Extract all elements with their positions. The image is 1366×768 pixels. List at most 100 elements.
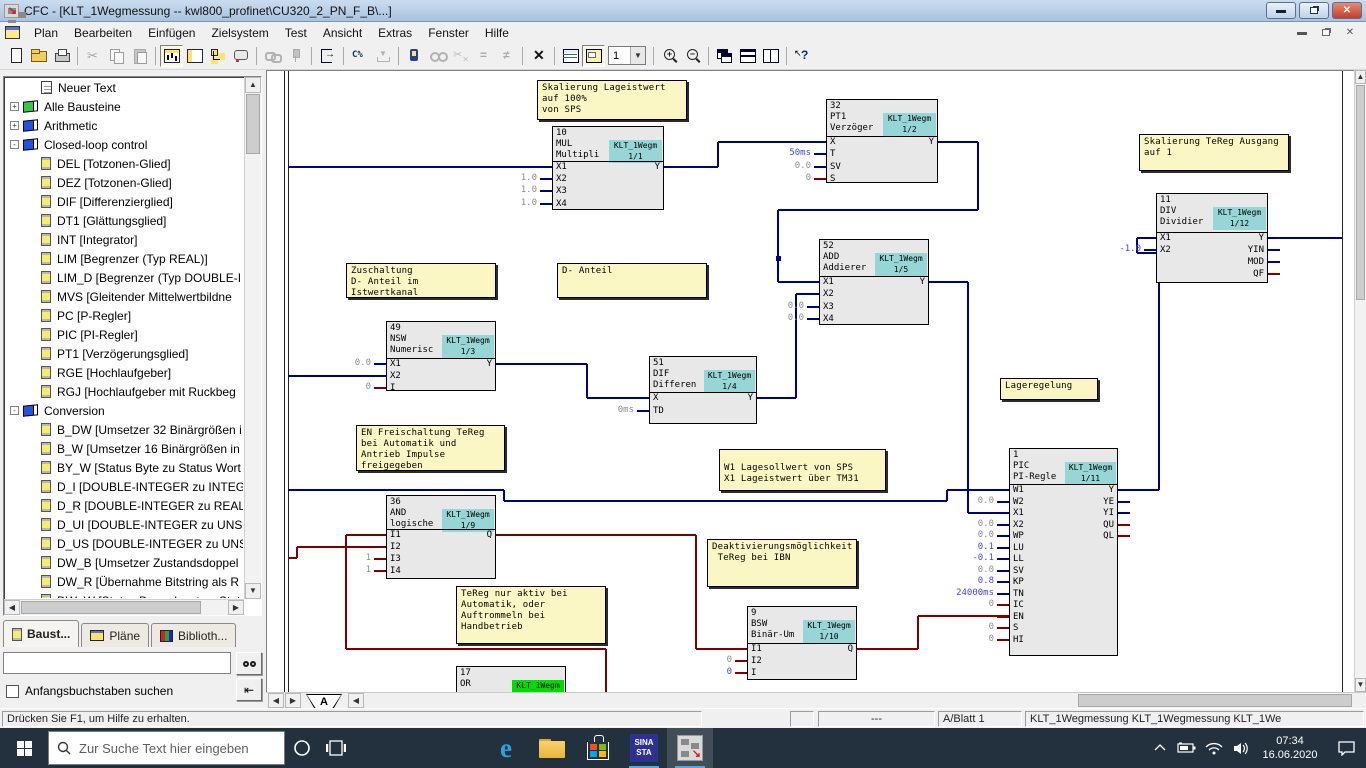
tree-item[interactable]: + Arithmetic [5, 116, 243, 135]
close-button[interactable]: ✕ [1332, 2, 1362, 19]
input-pin-s[interactable]: S [830, 174, 835, 184]
scroll-down-button[interactable]: ▼ [1355, 678, 1366, 692]
comment-box[interactable]: D- Anteil [557, 263, 707, 298]
block-mul[interactable]: 10 MUL Multipli KLT_1Wegm 1/1 X1 X2 X3 X4 Y [552, 126, 664, 210]
input-pin-i4[interactable]: I4 [390, 566, 401, 576]
pin-value[interactable]: 1 [314, 553, 371, 563]
canvas-hscroll-thumb[interactable] [1078, 694, 1352, 707]
tree-item[interactable]: DEZ [Totzonen-Glied] [5, 173, 243, 192]
input-pin-wp[interactable]: WP [1013, 531, 1024, 541]
block-pt1[interactable]: 32 PT1 Verzöger KLT_1Wegm 1/2 X T SV S Y [826, 99, 938, 184]
output-pin-ye[interactable]: YE [1103, 497, 1114, 507]
output-pin-y[interactable]: Y [920, 277, 925, 287]
tray-wifi-button[interactable] [1200, 728, 1227, 768]
tree-item[interactable]: INT [Integrator] [5, 230, 243, 249]
cortana-button[interactable] [285, 728, 319, 768]
output-pin-y[interactable]: Y [655, 162, 660, 172]
tree-item[interactable]: PT1 [Verzögerungsglied] [5, 344, 243, 363]
pin-value[interactable]: 0.0 [937, 565, 994, 575]
output-pin-yin[interactable]: YIN [1248, 245, 1264, 255]
taskbar-explorer-button[interactable] [529, 728, 575, 768]
initial-letters-checkbox[interactable] [6, 684, 19, 698]
comment-button[interactable] [229, 45, 252, 67]
tree-item[interactable]: - Closed-loop control [5, 135, 243, 154]
tray-volume-button[interactable] [1227, 728, 1254, 768]
tree-horizontal-scrollbar[interactable]: ◀ ▶ [4, 599, 244, 615]
minimize-button[interactable]: ▬ [1266, 2, 1296, 19]
test-mode-button[interactable] [403, 45, 426, 67]
input-pin-w1[interactable]: W1 [1013, 485, 1024, 495]
restore-button[interactable] [1299, 2, 1329, 19]
scroll-left-button[interactable]: ◀ [348, 693, 364, 708]
tree-item[interactable]: DIF [Differenzierglied] [5, 192, 243, 211]
scroll-down-button[interactable]: ▼ [245, 583, 261, 599]
block-add[interactable]: 52 ADD Addierer KLT_1Wegm 1/5 X1 X2 X3 X4 Y [819, 239, 929, 325]
pin-value[interactable]: 1.0 [480, 185, 537, 195]
pin-value[interactable]: 0.0 [314, 358, 371, 368]
input-pin-x4[interactable]: X4 [556, 199, 567, 209]
input-pin-x2[interactable]: X2 [1013, 520, 1024, 530]
sheet-tab[interactable]: A [306, 694, 342, 709]
sheet-prev-button[interactable]: ◀ [268, 693, 284, 708]
canvas-vertical-scrollbar[interactable]: ▲ ▼ [1354, 70, 1366, 692]
tree-item[interactable]: PIC [PI-Regler] [5, 325, 243, 344]
menu-bearbeiten[interactable]: Bearbeiten [66, 24, 140, 42]
pin-value[interactable]: -0.1 [937, 553, 994, 563]
tree-scroll-thumb[interactable] [246, 94, 260, 154]
collapse-icon[interactable]: - [10, 406, 19, 415]
mdi-close-button[interactable]: ✕ [1340, 24, 1360, 40]
output-pin-y[interactable]: Y [748, 393, 753, 403]
taskbar-cfc-button[interactable] [667, 728, 713, 768]
block-nsw[interactable]: 49 NSW Numerisc KLT_1Wegm 1/3 X1 X2 I Y [386, 321, 496, 393]
tree-item[interactable]: Neuer Text [5, 78, 243, 97]
comment-box[interactable]: Deaktivierungsmöglichkeit TeReg bei IBN [707, 539, 857, 587]
expand-icon[interactable]: + [10, 102, 19, 111]
tab-plne[interactable]: Pläne [81, 623, 150, 647]
input-pin-x1[interactable]: X1 [390, 359, 401, 369]
scroll-left-button[interactable]: ◀ [4, 600, 20, 615]
jump-button[interactable] [316, 45, 339, 67]
tree-item[interactable]: PC [P-Regler] [5, 306, 243, 325]
pin-value[interactable]: 0 [675, 655, 732, 665]
runtime-properties-button[interactable] [348, 45, 371, 67]
comment-box[interactable]: W1 Lagesollwert von SPS X1 Lageistwert ü… [719, 449, 886, 491]
input-pin-x4[interactable]: X4 [823, 314, 834, 324]
expand-icon[interactable]: + [10, 121, 19, 130]
input-pin-x1[interactable]: X1 [556, 162, 567, 172]
input-pin-ic[interactable]: IC [1013, 600, 1024, 610]
input-pin-lu[interactable]: LU [1013, 543, 1024, 553]
block-dif[interactable]: 51 DIF Differen KLT_1Wegm 1/4 X TD Y [649, 356, 757, 424]
block-div[interactable]: 11 DIV Dividier KLT_1Wegm 1/12 X1 X2 Y YIN MOD QF [1156, 193, 1268, 283]
pin-value[interactable]: 0.0 [937, 519, 994, 529]
menu-einfügen[interactable]: Einfügen [140, 24, 203, 42]
input-pin-kp[interactable]: KP [1013, 577, 1024, 587]
output-pin-q[interactable]: Q [487, 530, 492, 540]
comment-box[interactable]: Skalierung TeReg Ausgang auf 1 [1139, 134, 1289, 171]
output-pin-q[interactable]: Q [848, 644, 853, 654]
pin-value[interactable]: 1.0 [480, 198, 537, 208]
chevron-down-icon[interactable]: ▼ [630, 47, 645, 64]
input-pin-td[interactable]: TD [653, 406, 664, 416]
print-button[interactable] [50, 45, 73, 67]
tree-item[interactable]: D_R [DOUBLE-INTEGER zu REAL K [5, 496, 243, 515]
menu-test[interactable]: Test [277, 24, 315, 42]
mdi-restore-button[interactable] [1316, 24, 1336, 40]
input-pin-x3[interactable]: X3 [823, 302, 834, 312]
input-pin-i1[interactable]: I1 [390, 530, 401, 540]
pin-value[interactable]: 1 [314, 565, 371, 575]
scroll-up-button[interactable]: ▲ [245, 77, 261, 93]
pin-value[interactable]: 0 [937, 622, 994, 632]
pin-value[interactable]: 0.0 [747, 301, 804, 311]
sheet-next-button[interactable]: ▶ [285, 693, 301, 708]
tree-item[interactable]: DW_W [Status Doppelwort zu Stat [5, 591, 243, 598]
open-button[interactable] [27, 45, 50, 67]
chart-partition-button[interactable] [160, 44, 183, 67]
chart-data-button[interactable] [183, 45, 206, 67]
tree-item[interactable]: DW_B [Umsetzer Zustandsdoppel [5, 553, 243, 572]
input-pin-en[interactable]: EN [1013, 612, 1024, 622]
start-button[interactable] [0, 728, 48, 768]
comment-box[interactable]: Zuschaltung D- Anteil im Istwertkanal [346, 263, 496, 298]
pin-value[interactable]: 0 [314, 382, 371, 392]
tree-item[interactable]: RGJ [Hochlaufgeber mit Ruckbeg [5, 382, 243, 401]
tree-hscroll-thumb[interactable] [21, 601, 201, 614]
